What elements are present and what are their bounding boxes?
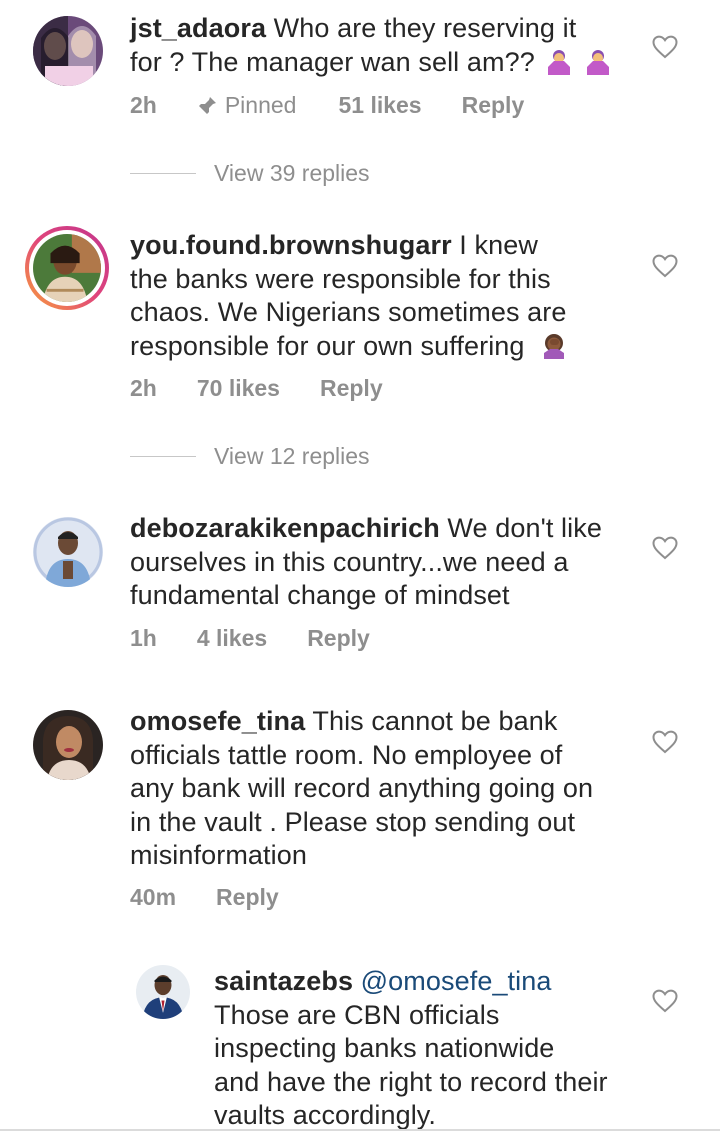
comment-line: for ? The manager wan sell am??	[130, 46, 535, 77]
comment-line: inspecting banks nationwide	[214, 1033, 555, 1063]
bottom-divider	[0, 1129, 720, 1131]
comment-username[interactable]: omosefe_tina	[130, 706, 305, 736]
comment-line: fundamental change of mindset	[130, 580, 510, 610]
reply-button[interactable]: Reply	[216, 884, 279, 911]
view-replies-button[interactable]: View 12 replies	[130, 443, 370, 470]
comment-time: 40m	[130, 884, 177, 910]
heart-outline-icon[interactable]	[652, 35, 678, 59]
comment-username[interactable]: saintazebs	[214, 966, 353, 996]
comment-username[interactable]: debozarakikenpachirich	[130, 513, 440, 543]
comment-text: you.found.brownshugarr I knew the banks …	[130, 229, 630, 363]
face-palm-emoji	[544, 333, 565, 359]
avatar[interactable]	[33, 517, 103, 587]
view-replies-label[interactable]: View 39 replies	[214, 160, 370, 187]
comment-meta: 2h Pinned 51 likes Reply	[130, 92, 524, 119]
comment-username[interactable]: jst_adaora	[130, 13, 266, 43]
comment-line: in the vault . Please stop sending out	[130, 806, 576, 837]
comment-time: 2h	[130, 375, 157, 401]
heart-outline-icon[interactable]	[652, 989, 678, 1013]
pinned-label: Pinned	[224, 92, 297, 118]
comment-line: I knew	[451, 230, 538, 260]
comment-username[interactable]: you.found.brownshugarr	[130, 230, 452, 260]
reply-button[interactable]: Reply	[462, 92, 525, 119]
heart-outline-icon[interactable]	[652, 254, 678, 278]
reply-button[interactable]: Reply	[307, 625, 370, 652]
reply-button[interactable]: Reply	[320, 375, 383, 402]
comment-line: and have the right to record their	[214, 1066, 608, 1097]
comment-line: chaos. We Nigerians sometimes are	[130, 297, 567, 327]
comment-meta: 2h 70 likes Reply	[130, 375, 383, 402]
likes-count[interactable]: 51 likes	[338, 92, 421, 119]
comment-line: We don't like	[439, 513, 602, 543]
comment-text: debozarakikenpachirich We don't like our…	[130, 512, 640, 613]
comment-meta: 40m Reply	[130, 884, 279, 911]
comment-time: 2h	[130, 92, 157, 118]
heart-outline-icon[interactable]	[652, 730, 678, 754]
divider	[130, 173, 196, 174]
view-replies-label[interactable]: View 12 replies	[214, 443, 370, 470]
pin-icon	[197, 96, 216, 115]
mention-link[interactable]: @omosefe_tina	[361, 966, 552, 996]
comment-text: saintazebs @omosefe_tina Those are CBN o…	[214, 965, 634, 1133]
comment-time: 1h	[130, 625, 157, 651]
likes-count[interactable]: 4 likes	[197, 625, 267, 652]
person-shrugging-emoji	[548, 49, 571, 75]
avatar[interactable]	[136, 965, 190, 1019]
person-shrugging-emoji	[587, 49, 610, 75]
likes-count[interactable]: 70 likes	[197, 375, 280, 402]
comment-line: officials tattle room. No employee of	[130, 739, 563, 770]
avatar[interactable]	[33, 234, 101, 302]
comment-line: any bank will record anything going on	[130, 773, 594, 803]
avatar[interactable]	[33, 710, 103, 780]
comment-line: Who are they reserving it	[266, 13, 577, 43]
comment-line: Those are CBN officials	[214, 999, 500, 1030]
comment-text: omosefe_tina This cannot be bank officia…	[130, 705, 640, 873]
comment-meta: 1h 4 likes Reply	[130, 625, 370, 652]
comment-line: ourselves in this country...we need a	[130, 546, 569, 577]
avatar[interactable]	[33, 16, 103, 86]
comment-line: misinformation	[130, 840, 307, 870]
comment-line: the banks were responsible for this	[130, 263, 551, 294]
view-replies-button[interactable]: View 39 replies	[130, 160, 370, 187]
comment-line: This cannot be bank	[305, 706, 558, 736]
heart-outline-icon[interactable]	[652, 536, 678, 560]
comment-line: vaults accordingly.	[214, 1100, 436, 1130]
comment-line: responsible for our own suffering	[130, 330, 525, 361]
comment-text: jst_adaora Who are they reserving it for…	[130, 12, 630, 79]
divider	[130, 456, 196, 457]
